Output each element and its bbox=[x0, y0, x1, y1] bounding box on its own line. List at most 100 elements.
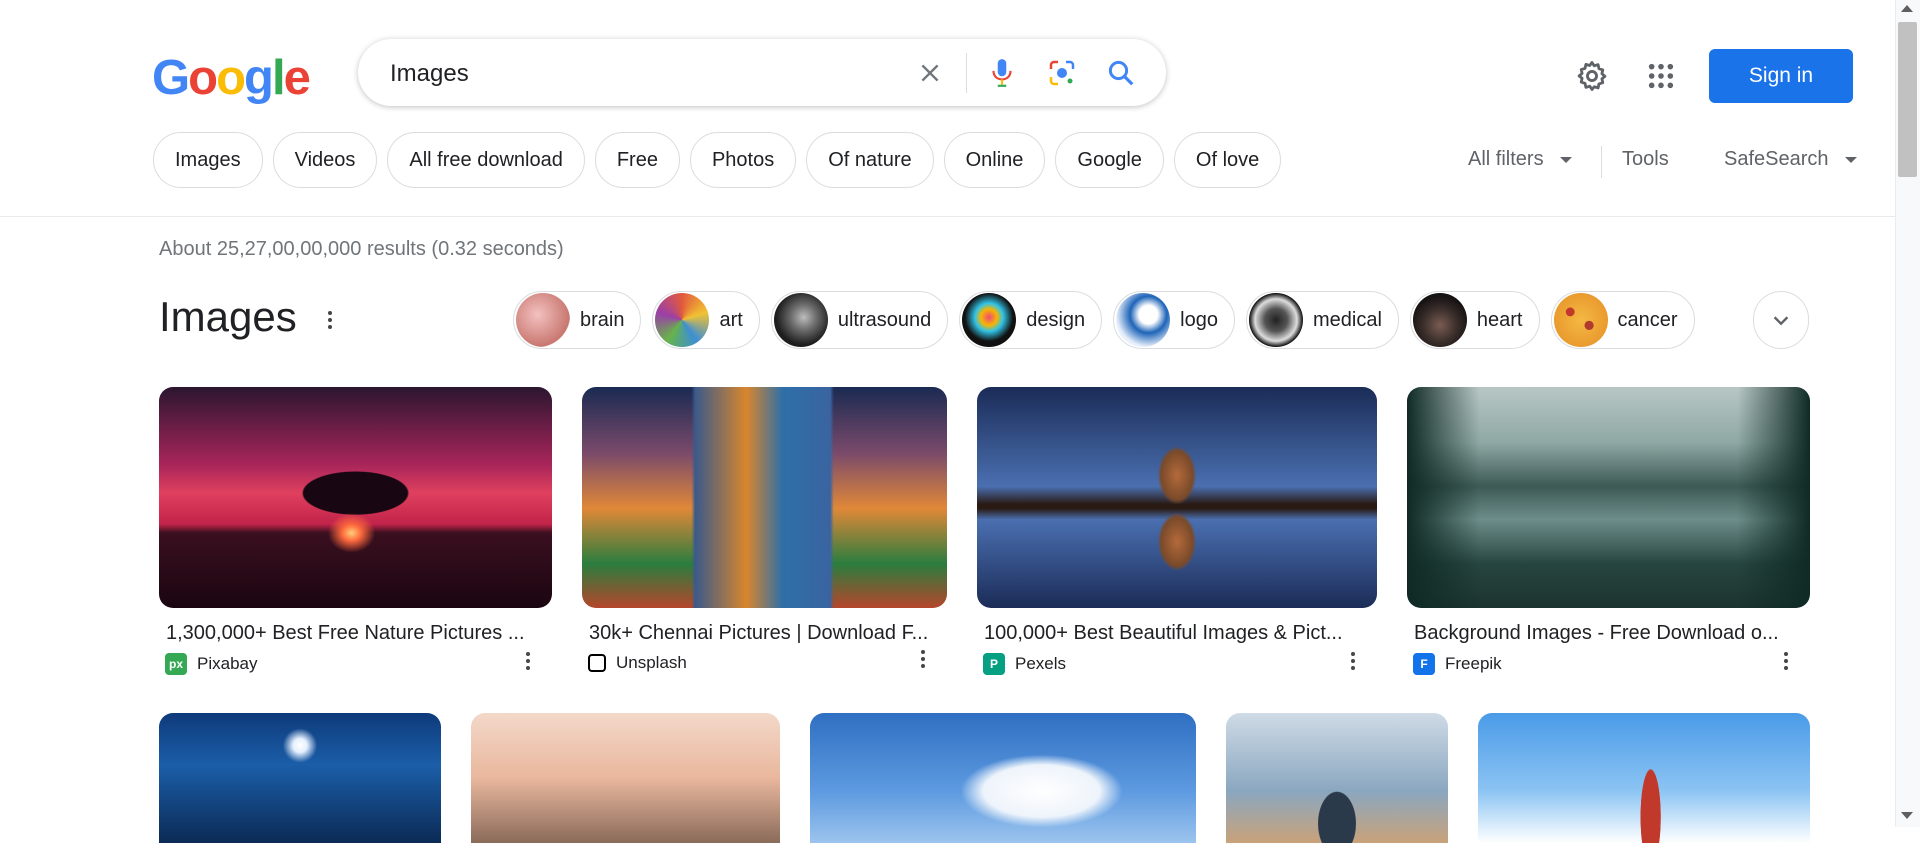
expand-chips-button[interactable] bbox=[1753, 291, 1809, 349]
pixabay-favicon: px bbox=[165, 653, 187, 675]
chip-google[interactable]: Google bbox=[1055, 132, 1164, 188]
filter-chip-bar: Images Videos All free download Free Pho… bbox=[153, 132, 1282, 188]
heart-thumbnail bbox=[1412, 293, 1467, 347]
search-icon[interactable] bbox=[1104, 56, 1138, 90]
chip-of-nature[interactable]: Of nature bbox=[806, 132, 934, 188]
more-options-icon[interactable] bbox=[913, 647, 933, 671]
search-divider bbox=[966, 53, 967, 93]
chip-images[interactable]: Images bbox=[153, 132, 263, 188]
source-name: Pixabay bbox=[197, 654, 258, 673]
safesearch-button[interactable]: SafeSearch bbox=[1724, 148, 1857, 171]
related-chip-logo[interactable]: logo bbox=[1113, 291, 1235, 349]
tools-button[interactable]: Tools bbox=[1622, 148, 1669, 171]
freepik-favicon: F bbox=[1413, 653, 1435, 675]
image-thumbnail[interactable] bbox=[471, 713, 780, 843]
image-thumbnail[interactable] bbox=[1407, 387, 1810, 608]
image-thumbnail[interactable] bbox=[1226, 713, 1448, 843]
more-options-icon[interactable] bbox=[1776, 649, 1796, 673]
cancer-thumbnail bbox=[1553, 293, 1608, 347]
image-title[interactable]: 100,000+ Best Beautiful Images & Pict... bbox=[984, 622, 1377, 645]
related-chip-label: logo bbox=[1180, 308, 1218, 331]
logo-letter: g bbox=[244, 51, 274, 105]
scroll-up-icon[interactable] bbox=[1901, 5, 1913, 12]
image-source[interactable]: Unsplash bbox=[588, 653, 947, 673]
source-name: Freepik bbox=[1445, 654, 1502, 673]
more-options-icon[interactable] bbox=[320, 306, 340, 334]
more-options-icon[interactable] bbox=[1343, 649, 1363, 673]
related-chip-label: cancer bbox=[1617, 308, 1678, 331]
toolbar-divider bbox=[1601, 146, 1602, 178]
image-thumbnail[interactable] bbox=[810, 713, 1196, 843]
chip-all-free-download[interactable]: All free download bbox=[387, 132, 585, 188]
related-chip-label: heart bbox=[1476, 308, 1523, 331]
chevron-down-icon bbox=[1773, 316, 1789, 326]
image-title[interactable]: 1,300,000+ Best Free Nature Pictures ... bbox=[166, 622, 552, 645]
related-chip-design[interactable]: design bbox=[959, 291, 1103, 349]
related-chip-art[interactable]: art bbox=[652, 291, 760, 349]
image-result-card[interactable]: Background Images - Free Download o... F… bbox=[1407, 387, 1810, 675]
ultrasound-thumbnail bbox=[773, 293, 828, 347]
scroll-down-icon[interactable] bbox=[1901, 812, 1913, 819]
caret-down-icon bbox=[1559, 156, 1572, 163]
image-thumbnail[interactable] bbox=[1478, 713, 1810, 843]
brain-thumbnail bbox=[516, 293, 570, 347]
related-chip-label: medical bbox=[1312, 308, 1382, 331]
image-thumbnail[interactable] bbox=[159, 387, 552, 608]
image-title[interactable]: 30k+ Chennai Pictures | Download F... bbox=[589, 622, 947, 645]
more-options-icon[interactable] bbox=[518, 649, 538, 673]
related-chip-brain[interactable]: brain bbox=[513, 291, 642, 349]
search-input[interactable] bbox=[388, 57, 952, 91]
logo-letter: o bbox=[188, 51, 218, 105]
header-divider bbox=[0, 216, 1895, 217]
google-logo[interactable]: Google bbox=[152, 50, 311, 106]
microphone-icon[interactable] bbox=[985, 56, 1019, 90]
related-chip-cancer[interactable]: cancer bbox=[1550, 291, 1695, 349]
chip-free[interactable]: Free bbox=[594, 132, 680, 188]
logo-letter: G bbox=[152, 51, 190, 105]
unsplash-favicon bbox=[588, 654, 606, 672]
image-result-card[interactable]: 100,000+ Best Beautiful Images & Pict...… bbox=[977, 387, 1377, 675]
image-result-card[interactable]: 1,300,000+ Best Free Nature Pictures ...… bbox=[159, 387, 552, 675]
images-heading: Images bbox=[159, 293, 297, 340]
source-name: Unsplash bbox=[616, 653, 687, 672]
image-source[interactable]: px Pixabay bbox=[165, 653, 552, 675]
related-chip-label: ultrasound bbox=[837, 308, 932, 331]
image-thumbnail[interactable] bbox=[582, 387, 947, 608]
chip-photos[interactable]: Photos bbox=[689, 132, 797, 188]
all-filters-label: All filters bbox=[1468, 148, 1544, 170]
chip-of-love[interactable]: Of love bbox=[1173, 132, 1282, 188]
logo-letter: l bbox=[271, 51, 286, 105]
gear-icon[interactable] bbox=[1572, 56, 1612, 96]
scrollbar-thumb[interactable] bbox=[1898, 22, 1917, 177]
image-thumbnail[interactable] bbox=[977, 387, 1377, 608]
grid-icon[interactable] bbox=[1641, 56, 1681, 96]
close-icon[interactable] bbox=[913, 56, 947, 90]
image-source[interactable]: P Pexels bbox=[983, 653, 1377, 675]
image-source[interactable]: F Freepik bbox=[1413, 653, 1810, 675]
image-result-card[interactable]: 30k+ Chennai Pictures | Download F... Un… bbox=[582, 387, 947, 673]
lens-icon[interactable] bbox=[1045, 56, 1079, 90]
result-stats: About 25,27,00,00,000 results (0.32 seco… bbox=[159, 238, 564, 260]
caret-down-icon bbox=[1844, 156, 1857, 163]
related-chip-medical[interactable]: medical bbox=[1245, 291, 1399, 349]
related-chip-bar: brain art ultrasound design logo medical… bbox=[513, 291, 1695, 349]
chip-videos[interactable]: Videos bbox=[272, 132, 378, 188]
related-chip-label: brain bbox=[580, 308, 625, 331]
art-thumbnail bbox=[655, 293, 710, 347]
source-name: Pexels bbox=[1015, 654, 1067, 673]
medical-thumbnail bbox=[1248, 293, 1303, 347]
related-chip-heart[interactable]: heart bbox=[1409, 291, 1540, 349]
sign-in-button[interactable]: Sign in bbox=[1709, 49, 1853, 103]
logo-letter: e bbox=[283, 51, 311, 105]
search-box bbox=[358, 39, 1166, 106]
logo-letter: o bbox=[216, 51, 246, 105]
related-chip-label: art bbox=[719, 308, 743, 331]
design-thumbnail bbox=[962, 293, 1017, 347]
pexels-favicon: P bbox=[983, 653, 1005, 675]
image-title[interactable]: Background Images - Free Download o... bbox=[1414, 622, 1810, 645]
safesearch-label: SafeSearch bbox=[1724, 148, 1829, 170]
image-thumbnail[interactable] bbox=[159, 713, 441, 843]
chip-online[interactable]: Online bbox=[943, 132, 1046, 188]
related-chip-ultrasound[interactable]: ultrasound bbox=[770, 291, 949, 349]
all-filters-button[interactable]: All filters bbox=[1468, 148, 1572, 171]
